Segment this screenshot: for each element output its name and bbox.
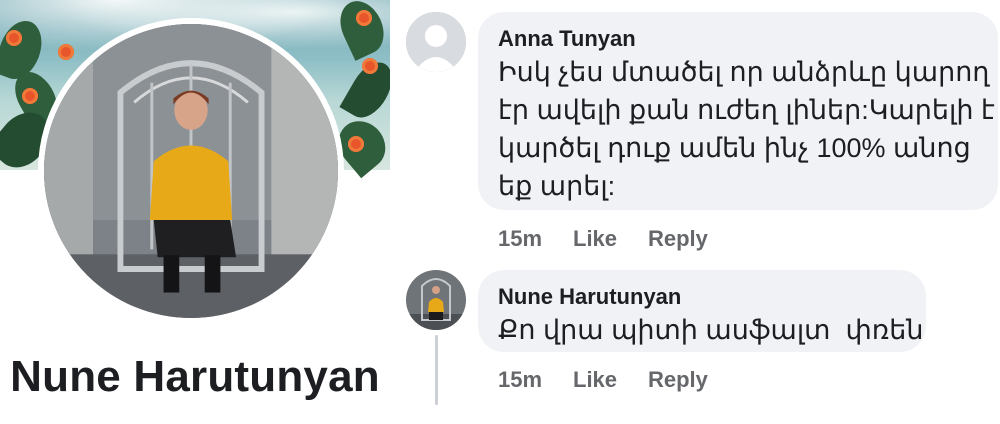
- like-button[interactable]: Like: [573, 367, 617, 393]
- comment-actions: 15m Like Reply: [498, 367, 738, 393]
- comment-timestamp[interactable]: 15m: [498, 367, 542, 393]
- thread-line: [435, 335, 438, 405]
- like-button[interactable]: Like: [573, 226, 617, 252]
- comment-text-line: էր ավելի քան ուժեղ լիներ:Կարելի է: [498, 95, 995, 125]
- comment-text-line: կարծել դուք ամեն ինչ 100% անոց: [498, 133, 971, 163]
- commenter-avatar[interactable]: [406, 270, 466, 330]
- reply-button[interactable]: Reply: [648, 226, 708, 252]
- profile-photo: [44, 24, 338, 318]
- commenter-avatar[interactable]: [406, 12, 466, 72]
- reply-button[interactable]: Reply: [648, 367, 708, 393]
- comment-timestamp[interactable]: 15m: [498, 226, 542, 252]
- comment-author[interactable]: Nune Harutunyan: [498, 284, 681, 310]
- profile-header: Nune Harutunyan: [0, 0, 390, 424]
- profile-name[interactable]: Nune Harutunyan: [0, 352, 390, 402]
- comment-text-line: Իսկ չես մտածել որ անձրևը կարող: [498, 57, 990, 87]
- comment-text-line: եք արել:: [498, 171, 616, 201]
- comment-text-line: Քո վրա պիտի ասֆալտ փռեն: [498, 315, 924, 345]
- profile-photo: [406, 270, 466, 330]
- profile-avatar[interactable]: [38, 18, 344, 324]
- default-avatar-icon: [406, 12, 466, 72]
- comment-author[interactable]: Anna Tunyan: [498, 26, 636, 52]
- comment-actions: 15m Like Reply: [498, 226, 738, 252]
